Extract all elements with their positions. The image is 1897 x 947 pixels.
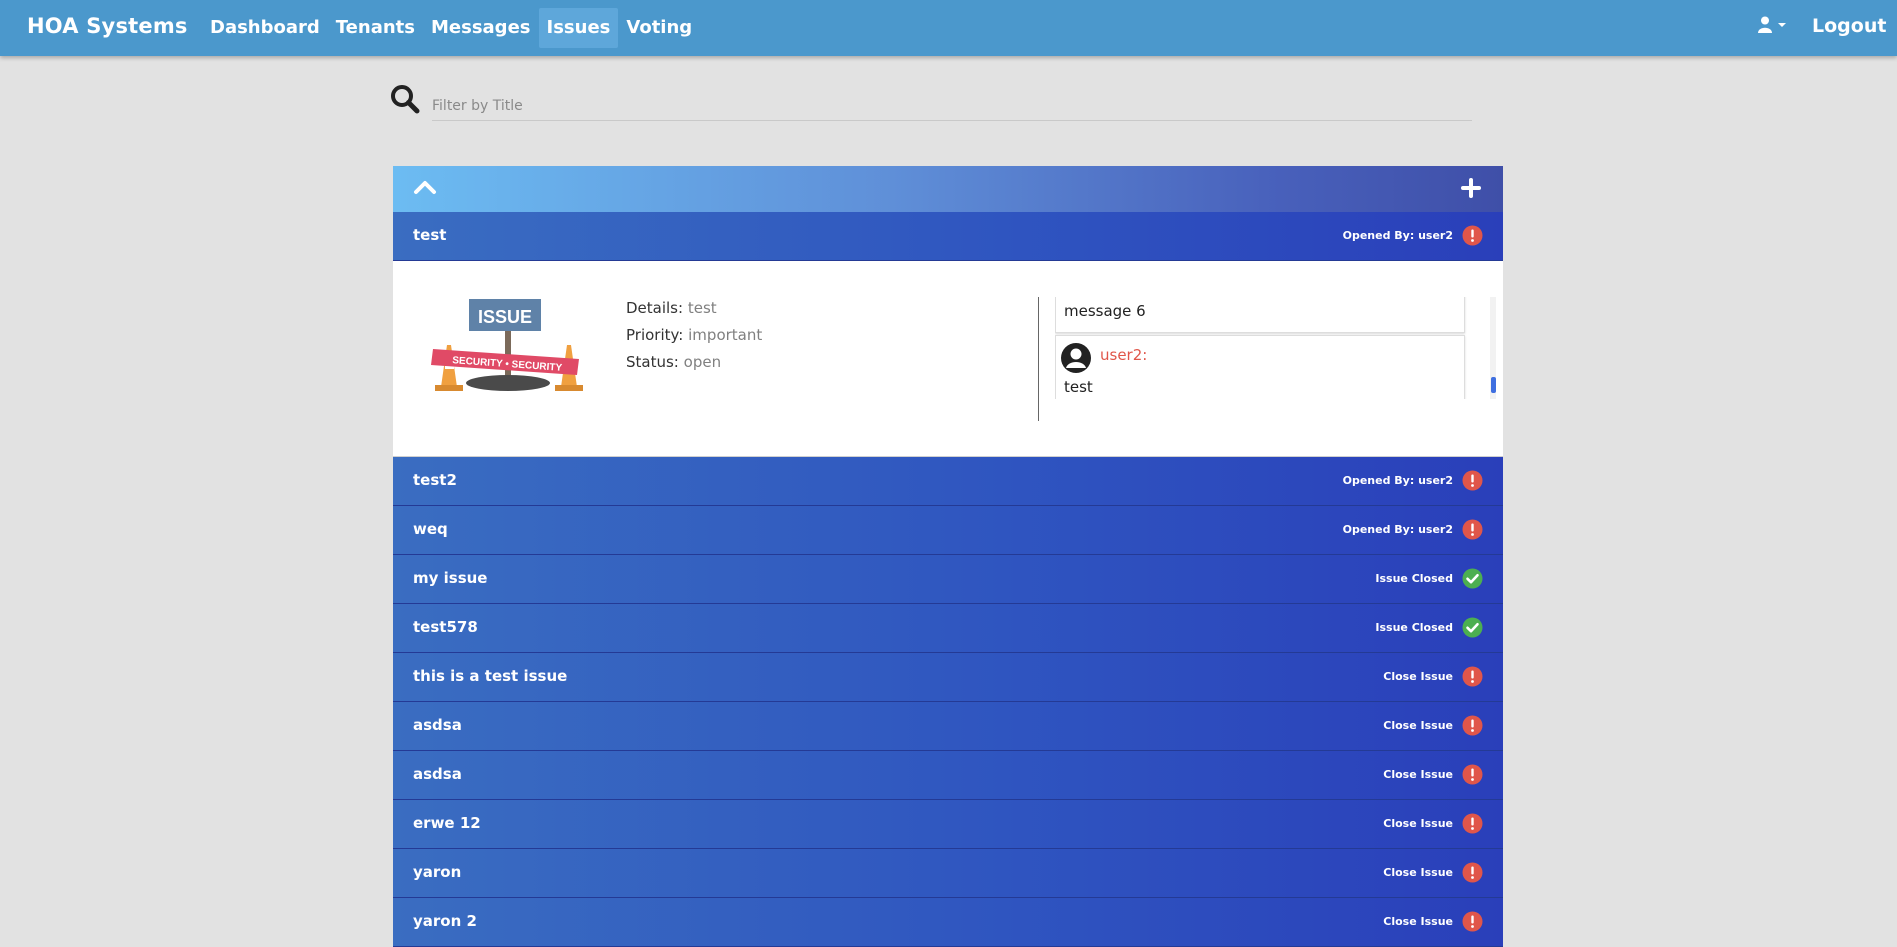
nav-tenants[interactable]: Tenants — [328, 8, 423, 48]
detail-priority: Priority: important — [626, 326, 762, 344]
status-label: Status: — [626, 353, 679, 371]
check-icon — [1462, 568, 1483, 589]
exclamation-icon — [1462, 764, 1483, 785]
top-navbar: HOA Systems Dashboard Tenants Messages I… — [0, 0, 1897, 56]
chevron-up-icon[interactable] — [413, 178, 437, 198]
check-icon — [1462, 617, 1483, 638]
issue-title: test578 — [413, 618, 478, 636]
nav-dashboard[interactable]: Dashboard — [202, 8, 328, 48]
issue-row[interactable]: yaron Close Issue — [393, 849, 1503, 898]
issue-title: yaron — [413, 863, 462, 881]
scrollbar-thumb[interactable] — [1491, 377, 1496, 393]
issue-title: test2 — [413, 471, 457, 489]
message-text: test — [1064, 378, 1093, 396]
issue-title: test — [413, 226, 447, 244]
issue-title: weq — [413, 520, 448, 538]
issue-status-button[interactable]: Close Issue — [1383, 817, 1453, 830]
messages-list[interactable]: message 6 user2: test — [1055, 297, 1479, 399]
issue-row[interactable]: weq Opened By: user2 — [393, 506, 1503, 555]
exclamation-icon — [1462, 519, 1483, 540]
message-item: user2: test — [1055, 335, 1465, 399]
issue-row[interactable]: yaron 2 Close Issue — [393, 898, 1503, 947]
exclamation-icon — [1462, 225, 1483, 246]
issue-status-button: Opened By: user2 — [1342, 523, 1453, 536]
detail-status: Status: open — [626, 353, 721, 371]
plus-icon[interactable] — [1461, 178, 1481, 198]
issue-row[interactable]: asdsa Close Issue — [393, 702, 1503, 751]
issue-illustration: ISSUE SECURITY • SECURITY — [431, 299, 583, 391]
issue-status-button[interactable]: Close Issue — [1383, 915, 1453, 928]
exclamation-icon — [1462, 862, 1483, 883]
issue-row[interactable]: test2 Opened By: user2 — [393, 457, 1503, 506]
message-item: message 6 — [1055, 297, 1465, 333]
avatar-icon — [1061, 343, 1091, 373]
issue-list: test2 Opened By: user2 weq Opened By: user2… — [393, 457, 1503, 947]
issue-status-button: Opened By: user2 — [1342, 474, 1453, 487]
issue-status-button[interactable]: Close Issue — [1383, 719, 1453, 732]
search-icon — [391, 85, 420, 114]
message-text: message 6 — [1064, 302, 1146, 320]
exclamation-icon — [1462, 715, 1483, 736]
issue-row[interactable]: this is a test issue Close Issue — [393, 653, 1503, 702]
issue-title: asdsa — [413, 716, 462, 734]
issue-title: yaron 2 — [413, 912, 477, 930]
nav-messages[interactable]: Messages — [423, 8, 539, 48]
user-icon — [1758, 16, 1772, 33]
exclamation-icon — [1462, 813, 1483, 834]
panel-header — [393, 166, 1503, 212]
detail-details: Details: test — [626, 299, 717, 317]
issue-title: erwe 12 — [413, 814, 481, 832]
issue-status-button[interactable]: Close Issue — [1383, 670, 1453, 683]
exclamation-icon — [1462, 470, 1483, 491]
nav-links: Dashboard Tenants Messages Issues Voting — [202, 8, 700, 48]
exclamation-icon — [1462, 666, 1483, 687]
issue-status-button[interactable]: Close Issue — [1383, 866, 1453, 879]
issue-status-text: Opened By: user2 — [1342, 229, 1453, 242]
details-label: Details: — [626, 299, 684, 317]
exclamation-icon — [1462, 911, 1483, 932]
status-value: open — [683, 353, 722, 371]
issue-status-button[interactable]: Close Issue — [1383, 768, 1453, 781]
issues-panel: test Opened By: user2 ISSUE SECURITY • S… — [393, 166, 1503, 947]
issue-title: my issue — [413, 569, 488, 587]
message-user: user2: — [1100, 346, 1148, 364]
nav-issues[interactable]: Issues — [538, 8, 619, 48]
priority-value: important — [688, 326, 763, 344]
filter-title-input[interactable] — [432, 92, 1472, 121]
issue-details: ISSUE SECURITY • SECURITY Details: test … — [393, 261, 1503, 457]
issue-row[interactable]: test578 Issue Closed — [393, 604, 1503, 653]
issue-title: this is a test issue — [413, 667, 568, 685]
priority-label: Priority: — [626, 326, 684, 344]
issue-title: asdsa — [413, 765, 462, 783]
logout-link[interactable]: Logout — [1812, 15, 1886, 37]
issue-row[interactable]: my issue Issue Closed — [393, 555, 1503, 604]
user-menu-dropdown[interactable] — [1757, 16, 1788, 33]
nav-voting[interactable]: Voting — [618, 8, 700, 48]
caret-down-icon — [1778, 22, 1786, 27]
issue-row-expanded[interactable]: test Opened By: user2 — [393, 212, 1503, 261]
issue-closed-label: Issue Closed — [1375, 621, 1453, 634]
brand-logo[interactable]: HOA Systems — [27, 14, 188, 38]
details-divider — [1038, 297, 1039, 421]
details-value: test — [687, 299, 717, 317]
issue-sign-label: ISSUE — [478, 307, 532, 327]
issue-row[interactable]: erwe 12 Close Issue — [393, 800, 1503, 849]
issue-closed-label: Issue Closed — [1375, 572, 1453, 585]
issue-row[interactable]: asdsa Close Issue — [393, 751, 1503, 800]
